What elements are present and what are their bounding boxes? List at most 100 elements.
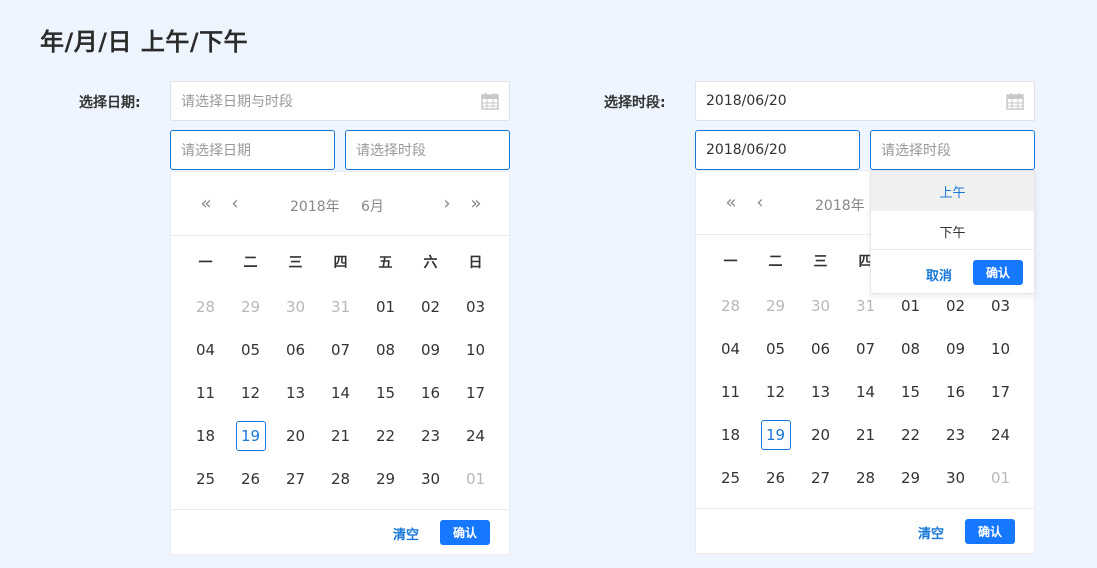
day-cell[interactable]: 31 <box>318 285 363 328</box>
day-cell[interactable]: 18 <box>708 413 753 456</box>
day-cell[interactable]: 26 <box>228 457 273 500</box>
calendar-month[interactable]: 6月 <box>361 196 384 216</box>
chevron-right-icon[interactable]: › <box>437 192 457 216</box>
day-cell[interactable]: 01 <box>363 285 408 328</box>
day-cell[interactable]: 07 <box>318 328 363 371</box>
day-cell-selected[interactable]: 19 <box>753 413 798 456</box>
day-cell[interactable]: 06 <box>798 327 843 370</box>
double-chevron-right-icon[interactable]: » <box>466 192 486 216</box>
day-number: 12 <box>240 383 261 402</box>
day-number: 04 <box>720 339 741 358</box>
day-cell[interactable]: 20 <box>798 413 843 456</box>
confirm-button[interactable]: 确认 <box>440 520 490 545</box>
day-cell[interactable]: 25 <box>183 457 228 500</box>
date-input[interactable]: 2018/06/20 <box>695 130 860 170</box>
cancel-button[interactable]: 取消 <box>926 265 952 284</box>
day-number: 17 <box>990 382 1011 401</box>
day-cell[interactable]: 14 <box>318 371 363 414</box>
double-chevron-left-icon[interactable]: « <box>196 192 216 216</box>
day-cell[interactable]: 03 <box>453 285 498 328</box>
day-cell[interactable]: 06 <box>273 328 318 371</box>
day-cell[interactable]: 22 <box>363 414 408 457</box>
day-cell[interactable]: 01 <box>453 457 498 500</box>
day-cell[interactable]: 21 <box>318 414 363 457</box>
day-cell[interactable]: 27 <box>273 457 318 500</box>
select-date-label: 选择日期: <box>79 95 141 111</box>
clear-button[interactable]: 清空 <box>393 524 419 543</box>
day-cell[interactable]: 10 <box>453 328 498 371</box>
day-cell[interactable]: 29 <box>228 285 273 328</box>
day-cell[interactable]: 28 <box>318 457 363 500</box>
day-cell-selected[interactable]: 19 <box>228 414 273 457</box>
day-cell[interactable]: 15 <box>888 370 933 413</box>
day-cell[interactable]: 22 <box>888 413 933 456</box>
day-cell[interactable]: 17 <box>978 370 1023 413</box>
day-cell[interactable]: 29 <box>888 456 933 499</box>
day-cell[interactable]: 29 <box>753 284 798 327</box>
day-cell[interactable]: 05 <box>753 327 798 370</box>
day-cell[interactable]: 12 <box>753 370 798 413</box>
calendar-icon[interactable] <box>481 92 499 110</box>
day-cell[interactable]: 23 <box>933 413 978 456</box>
pm-option[interactable]: 下午 <box>871 211 1034 251</box>
day-cell[interactable]: 15 <box>363 371 408 414</box>
chevron-left-icon[interactable]: ‹ <box>750 191 770 215</box>
day-cell[interactable]: 08 <box>363 328 408 371</box>
day-cell[interactable]: 13 <box>273 371 318 414</box>
date-period-input[interactable]: 请选择日期与时段 <box>170 81 510 121</box>
day-cell[interactable]: 11 <box>708 370 753 413</box>
day-cell[interactable]: 28 <box>843 456 888 499</box>
day-cell[interactable]: 18 <box>183 414 228 457</box>
period-input[interactable]: 请选择时段 <box>345 130 510 170</box>
day-cell[interactable]: 07 <box>843 327 888 370</box>
calendar-popup: « ‹ 2018年 6月 › » 一 二 三 四 五 六 日 28 29 30 31 01 02 03 0… <box>170 171 510 555</box>
weekday-label: 三 <box>288 255 303 271</box>
day-cell[interactable]: 28 <box>183 285 228 328</box>
calendar-year[interactable]: 2018年 <box>815 195 865 215</box>
date-period-input[interactable]: 2018/06/20 <box>695 81 1035 121</box>
day-cell[interactable]: 20 <box>273 414 318 457</box>
day-cell[interactable]: 30 <box>933 456 978 499</box>
period-input[interactable]: 请选择时段 <box>870 130 1035 170</box>
day-cell[interactable]: 26 <box>753 456 798 499</box>
day-cell[interactable]: 29 <box>363 457 408 500</box>
clear-button[interactable]: 清空 <box>918 523 944 542</box>
day-cell[interactable]: 30 <box>408 457 453 500</box>
day-cell[interactable]: 02 <box>408 285 453 328</box>
day-cell[interactable]: 09 <box>933 327 978 370</box>
day-cell[interactable]: 14 <box>843 370 888 413</box>
double-chevron-left-icon[interactable]: « <box>721 191 741 215</box>
day-cell[interactable]: 24 <box>978 413 1023 456</box>
day-cell[interactable]: 30 <box>273 285 318 328</box>
calendar-header: « ‹ 2018年 6月 › » <box>171 172 509 236</box>
am-pm-confirm-button[interactable]: 确认 <box>973 260 1023 285</box>
chevron-left-icon[interactable]: ‹ <box>225 192 245 216</box>
day-cell[interactable]: 23 <box>408 414 453 457</box>
day-cell[interactable]: 21 <box>843 413 888 456</box>
day-cell[interactable]: 17 <box>453 371 498 414</box>
day-cell[interactable]: 11 <box>183 371 228 414</box>
day-cell[interactable]: 16 <box>408 371 453 414</box>
day-cell[interactable]: 13 <box>798 370 843 413</box>
date-input[interactable]: 请选择日期 <box>170 130 335 170</box>
day-cell[interactable]: 28 <box>708 284 753 327</box>
day-cell[interactable]: 16 <box>933 370 978 413</box>
day-cell[interactable]: 25 <box>708 456 753 499</box>
day-number: 02 <box>945 296 966 315</box>
day-number: 01 <box>465 469 486 488</box>
am-option[interactable]: 上午 <box>871 171 1034 211</box>
day-cell[interactable]: 05 <box>228 328 273 371</box>
day-cell[interactable]: 27 <box>798 456 843 499</box>
calendar-icon[interactable] <box>1006 92 1024 110</box>
day-cell[interactable]: 12 <box>228 371 273 414</box>
day-cell[interactable]: 01 <box>978 456 1023 499</box>
day-cell[interactable]: 09 <box>408 328 453 371</box>
day-cell[interactable]: 30 <box>798 284 843 327</box>
day-cell[interactable]: 10 <box>978 327 1023 370</box>
day-cell[interactable]: 04 <box>708 327 753 370</box>
day-cell[interactable]: 08 <box>888 327 933 370</box>
day-cell[interactable]: 24 <box>453 414 498 457</box>
calendar-year[interactable]: 2018年 <box>290 196 340 216</box>
confirm-button[interactable]: 确认 <box>965 519 1015 544</box>
day-cell[interactable]: 04 <box>183 328 228 371</box>
